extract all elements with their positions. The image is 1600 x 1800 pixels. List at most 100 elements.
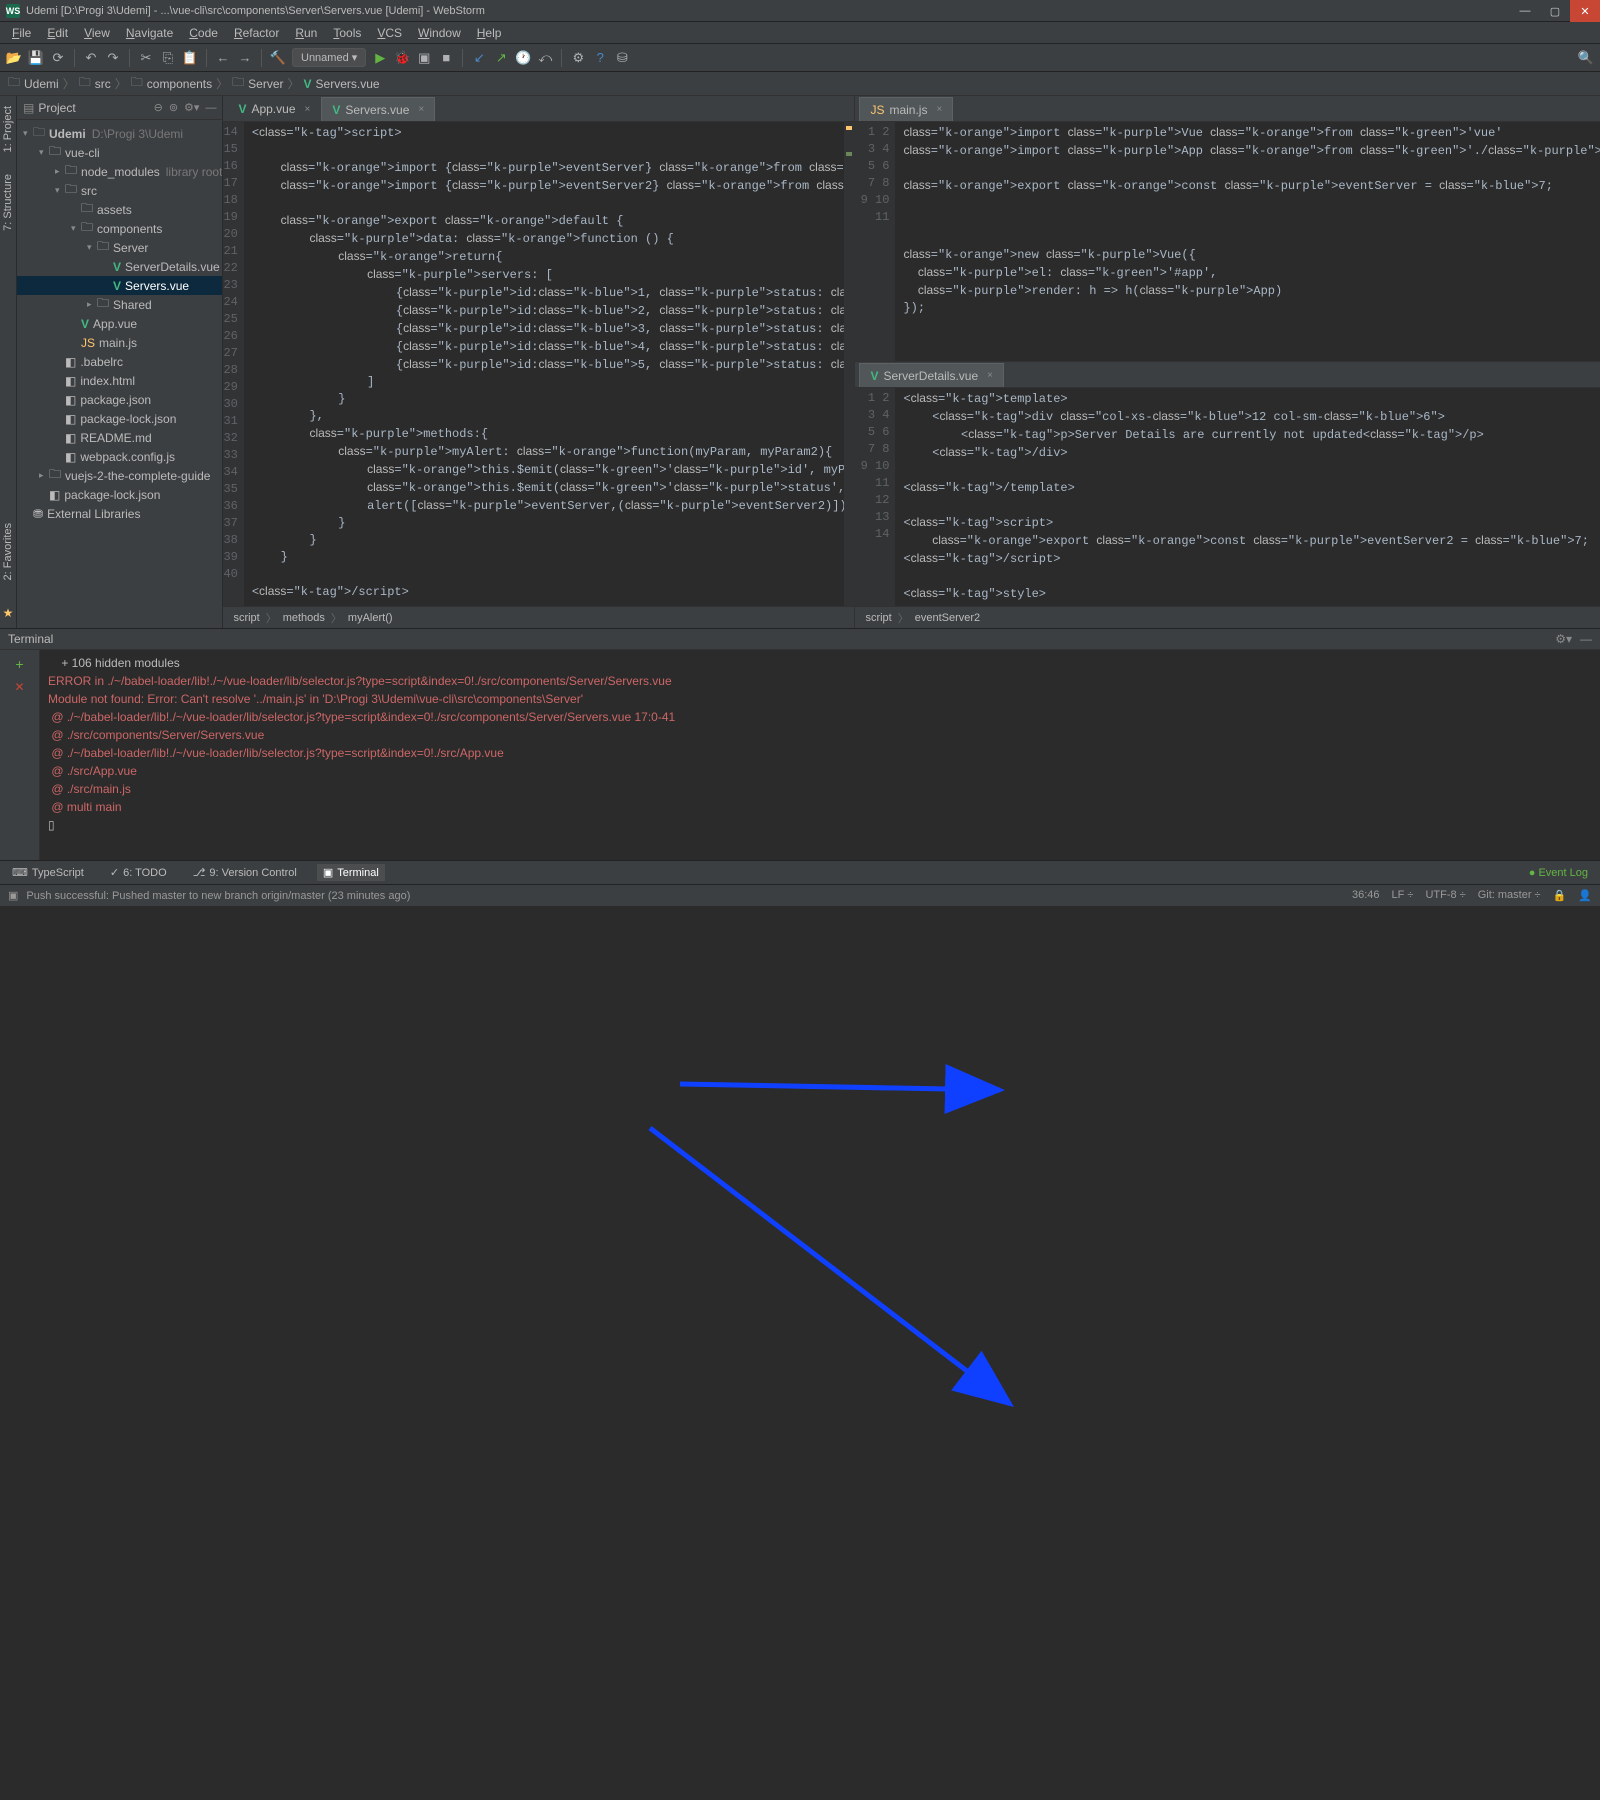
code-area-left[interactable]: 14 15 16 17 18 19 20 21 22 23 24 25 26 2…: [223, 122, 854, 606]
menu-tools[interactable]: Tools: [325, 26, 369, 40]
breadcrumb-item[interactable]: 🗀 Udemi: [8, 73, 59, 94]
git-branch[interactable]: Git: master ÷: [1478, 889, 1541, 902]
hide-icon[interactable]: ―: [205, 102, 216, 114]
forward-icon[interactable]: →: [237, 50, 253, 66]
terminal-hide-icon[interactable]: ―: [1580, 632, 1592, 646]
tree-node[interactable]: ◧README.md: [17, 428, 222, 447]
tree-node[interactable]: 🗀assets: [17, 200, 222, 219]
help-icon[interactable]: ?: [592, 50, 608, 66]
tree-node[interactable]: ◧.babelrc: [17, 352, 222, 371]
gear-icon[interactable]: ⚙▾: [184, 101, 199, 114]
coverage-icon[interactable]: ▣: [416, 50, 432, 66]
paste-icon[interactable]: 📋: [182, 50, 198, 66]
vcs-history-icon[interactable]: 🕐: [515, 50, 531, 66]
run-config-select[interactable]: Unnamed ▾: [292, 48, 366, 67]
bottom-tab--version-control[interactable]: ⎇ 9: Version Control: [187, 864, 303, 881]
tree-node[interactable]: ▸🗀node_moduleslibrary root: [17, 162, 222, 181]
tree-node[interactable]: ▸🗀Shared: [17, 295, 222, 314]
project-tool-tab[interactable]: 1: Project: [0, 100, 16, 158]
code-br[interactable]: <class="k-tag">template> <class="k-tag">…: [895, 388, 1600, 606]
menu-file[interactable]: File: [4, 26, 39, 40]
ed-crumb[interactable]: methods: [283, 612, 325, 624]
breadcrumb-item[interactable]: 🗀 Server: [232, 73, 283, 94]
save-icon[interactable]: 💾: [28, 50, 44, 66]
vcs-update-icon[interactable]: ↙: [471, 50, 487, 66]
menu-edit[interactable]: Edit: [39, 26, 76, 40]
terminal-close-icon[interactable]: ✕: [14, 680, 24, 694]
ed-crumb[interactable]: eventServer2: [915, 612, 980, 624]
menu-view[interactable]: View: [76, 26, 118, 40]
file-tab[interactable]: V ServerDetails.vue×: [859, 363, 1004, 387]
copy-icon[interactable]: ⎘: [160, 50, 176, 66]
terminal-settings-icon[interactable]: ⚙▾: [1555, 632, 1572, 646]
build-icon[interactable]: 🔨: [270, 50, 286, 66]
menu-run[interactable]: Run: [287, 26, 325, 40]
vcs-commit-icon[interactable]: ↗: [493, 50, 509, 66]
menu-help[interactable]: Help: [469, 26, 510, 40]
event-log-button[interactable]: ● Event Log: [1523, 865, 1594, 881]
menu-refactor[interactable]: Refactor: [226, 26, 287, 40]
breadcrumb-item[interactable]: 🗀 components: [131, 73, 212, 94]
open-icon[interactable]: 📂: [6, 50, 22, 66]
collapse-icon[interactable]: ⊖: [154, 101, 163, 114]
bottom-tab-terminal[interactable]: ▣ Terminal: [317, 864, 385, 881]
code-area-tr[interactable]: 1 2 3 4 5 6 7 8 9 10 11 class="k-orange"…: [855, 122, 1600, 361]
stop-icon[interactable]: ■: [438, 50, 454, 66]
ed-crumb[interactable]: script: [233, 612, 259, 624]
back-icon[interactable]: ←: [215, 50, 231, 66]
menu-vcs[interactable]: VCS: [369, 26, 410, 40]
sync-icon[interactable]: ⟳: [50, 50, 66, 66]
tree-node[interactable]: ▾🗀Server: [17, 238, 222, 257]
terminal-add-icon[interactable]: +: [15, 656, 23, 672]
ed-crumb[interactable]: script: [865, 612, 891, 624]
bottom-tab--todo[interactable]: ✓ 6: TODO: [104, 864, 173, 881]
close-button[interactable]: ✕: [1570, 0, 1600, 22]
tree-node[interactable]: ▾🗀vue-cli: [17, 143, 222, 162]
bottom-tab-typescript[interactable]: ⌨ TypeScript: [6, 864, 90, 881]
project-tree[interactable]: ▾🗀UdemiD:\Progi 3\Udemi▾🗀vue-cli▸🗀node_m…: [17, 120, 222, 628]
breadcrumb-item[interactable]: V Servers.vue: [304, 77, 380, 91]
settings-icon[interactable]: ⚙: [570, 50, 586, 66]
file-tab[interactable]: V App.vue×: [227, 97, 321, 121]
maximize-button[interactable]: ▢: [1540, 0, 1570, 22]
line-separator[interactable]: LF ÷: [1392, 889, 1414, 902]
undo-icon[interactable]: ↶: [83, 50, 99, 66]
ed-crumb[interactable]: myAlert(): [348, 612, 393, 624]
tree-node[interactable]: ▾🗀src: [17, 181, 222, 200]
structure-tool-tab[interactable]: 7: Structure: [0, 168, 16, 237]
tree-node[interactable]: ◧index.html: [17, 371, 222, 390]
menu-code[interactable]: Code: [181, 26, 226, 40]
terminal-output[interactable]: + 106 hidden modulesERROR in ./~/babel-l…: [40, 650, 1600, 860]
code-area-br[interactable]: 1 2 3 4 5 6 7 8 9 10 11 12 13 14 <class=…: [855, 388, 1600, 606]
tree-node[interactable]: VApp.vue: [17, 314, 222, 333]
tree-root[interactable]: ▾🗀UdemiD:\Progi 3\Udemi: [17, 124, 222, 143]
tree-node[interactable]: VServers.vue: [17, 276, 222, 295]
cut-icon[interactable]: ✂: [138, 50, 154, 66]
encoding[interactable]: UTF-8 ÷: [1425, 889, 1465, 902]
code-left[interactable]: <class="k-tag">script> class="k-orange">…: [244, 122, 855, 606]
yarn-icon[interactable]: ⛁: [614, 50, 630, 66]
tree-node[interactable]: JSmain.js: [17, 333, 222, 352]
target-icon[interactable]: ⊚: [169, 101, 178, 114]
tree-node[interactable]: ⛃External Libraries: [17, 504, 222, 523]
menu-window[interactable]: Window: [410, 26, 469, 40]
tree-node[interactable]: ▾🗀components: [17, 219, 222, 238]
tree-node[interactable]: ◧package-lock.json: [17, 409, 222, 428]
debug-icon[interactable]: 🐞: [394, 50, 410, 66]
file-tab[interactable]: V Servers.vue×: [321, 97, 435, 121]
breadcrumb-item[interactable]: 🗀 src: [79, 73, 111, 94]
menu-navigate[interactable]: Navigate: [118, 26, 181, 40]
search-icon[interactable]: 🔍: [1578, 50, 1594, 66]
status-toggle-icon[interactable]: ▣: [8, 889, 18, 902]
redo-icon[interactable]: ↷: [105, 50, 121, 66]
tree-node[interactable]: ▸🗀vuejs-2-the-complete-guide: [17, 466, 222, 485]
tree-node[interactable]: ◧webpack.config.js: [17, 447, 222, 466]
tree-node[interactable]: VServerDetails.vue: [17, 257, 222, 276]
vcs-revert-icon[interactable]: ⤺: [537, 50, 553, 66]
favorites-tool-tab[interactable]: 2: Favorites: [0, 517, 16, 586]
minimize-button[interactable]: ―: [1510, 0, 1540, 22]
file-tab[interactable]: JS main.js×: [859, 97, 953, 121]
inspector-icon[interactable]: 👤: [1578, 889, 1592, 902]
code-tr[interactable]: class="k-orange">import class="k-purple"…: [895, 122, 1600, 361]
tree-node[interactable]: ◧package.json: [17, 390, 222, 409]
